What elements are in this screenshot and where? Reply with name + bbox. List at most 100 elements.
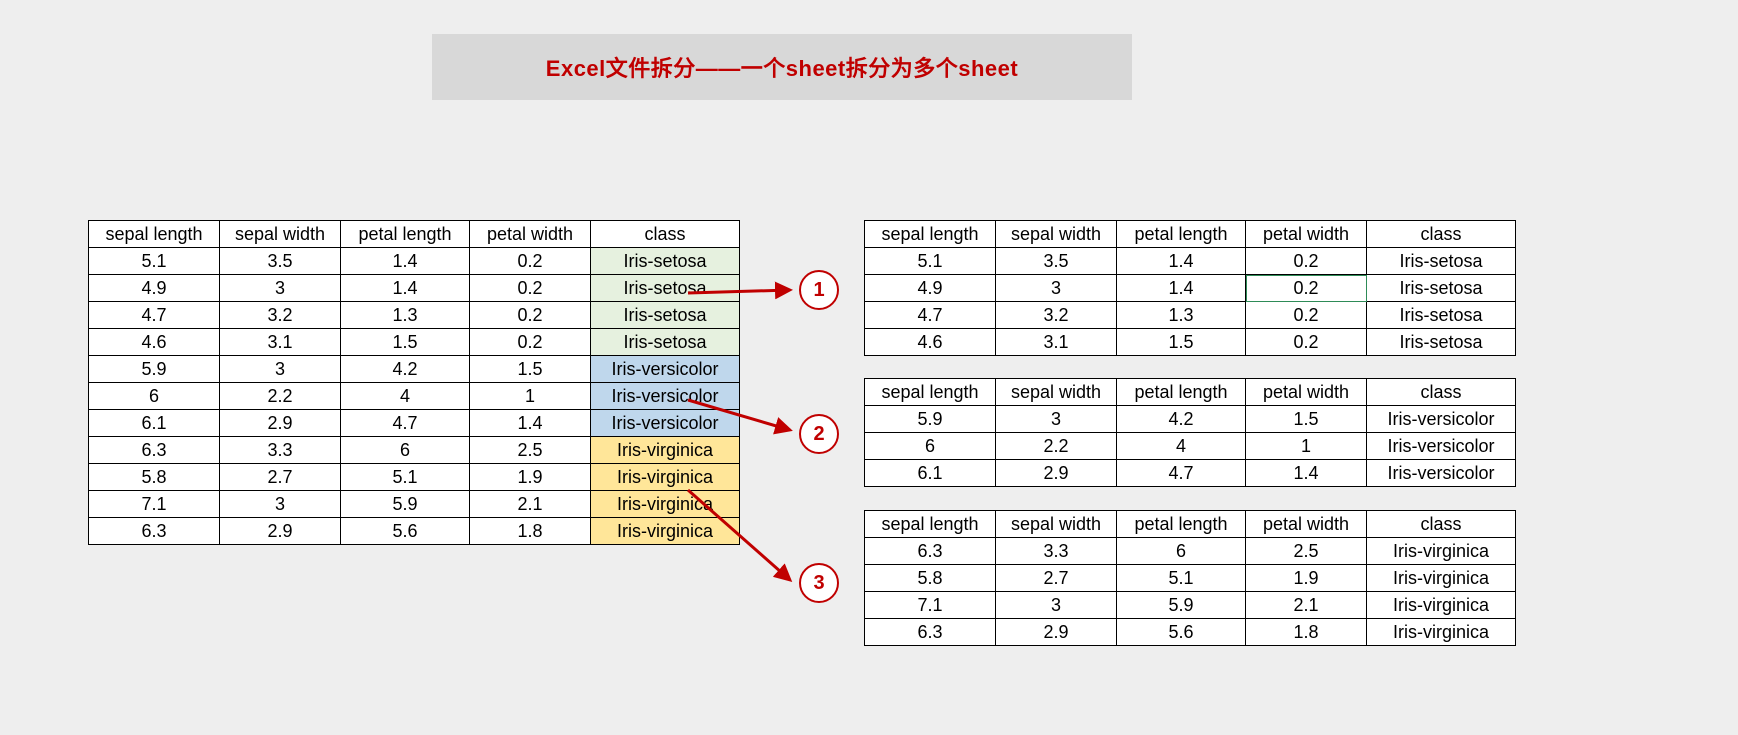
table-cell: 5.9 — [1117, 592, 1246, 619]
table-cell: 5.1 — [1117, 565, 1246, 592]
title-banner: Excel文件拆分——一个sheet拆分为多个sheet — [432, 34, 1132, 100]
table-cell: 2.1 — [1246, 592, 1367, 619]
table-row: 6.33.362.5Iris-virginica — [865, 538, 1516, 565]
table-cell: 4.9 — [89, 275, 220, 302]
table-cell: Iris-versicolor — [591, 356, 740, 383]
table-cell: 1.8 — [470, 518, 591, 545]
table-cell: 3 — [220, 356, 341, 383]
table-cell: 1.4 — [470, 410, 591, 437]
table-header: petal length — [1117, 379, 1246, 406]
table-cell: 0.2 — [470, 329, 591, 356]
table-cell: 1.4 — [1117, 275, 1246, 302]
table-cell: 2.5 — [470, 437, 591, 464]
table-header: sepal width — [220, 221, 341, 248]
table-cell: Iris-setosa — [591, 329, 740, 356]
table-row: 5.13.51.40.2Iris-setosa — [89, 248, 740, 275]
table-header: sepal length — [865, 511, 996, 538]
table-cell: 2.5 — [1246, 538, 1367, 565]
table-row: 7.135.92.1Iris-virginica — [865, 592, 1516, 619]
table-row: 6.32.95.61.8Iris-virginica — [865, 619, 1516, 646]
table-cell: 4.7 — [341, 410, 470, 437]
table-cell: 4.9 — [865, 275, 996, 302]
table-cell: 1.5 — [1117, 329, 1246, 356]
table-header: sepal width — [996, 221, 1117, 248]
title-text: Excel文件拆分——一个sheet拆分为多个sheet — [546, 51, 1018, 83]
table-row: 4.63.11.50.2Iris-setosa — [89, 329, 740, 356]
table-cell: 7.1 — [865, 592, 996, 619]
table-cell: 5.9 — [341, 491, 470, 518]
table-cell: 5.8 — [865, 565, 996, 592]
table-row: 62.241Iris-versicolor — [865, 433, 1516, 460]
table-cell: 2.9 — [996, 619, 1117, 646]
table-cell: Iris-setosa — [1367, 248, 1516, 275]
table-cell: 3 — [220, 275, 341, 302]
table-cell: 2.1 — [470, 491, 591, 518]
table-cell: 6.3 — [865, 538, 996, 565]
table-cell: Iris-virginica — [591, 437, 740, 464]
table-cell: Iris-setosa — [591, 302, 740, 329]
table-header: class — [1367, 221, 1516, 248]
table-cell: Iris-versicolor — [591, 410, 740, 437]
table-cell: Iris-virginica — [1367, 592, 1516, 619]
table-cell: 3.2 — [996, 302, 1117, 329]
table-cell: 3 — [996, 275, 1117, 302]
table-row: 4.73.21.30.2Iris-setosa — [89, 302, 740, 329]
table-cell: Iris-versicolor — [591, 383, 740, 410]
table-cell: 3.5 — [996, 248, 1117, 275]
table-header: petal width — [470, 221, 591, 248]
table-header: sepal length — [89, 221, 220, 248]
table-cell: 7.1 — [89, 491, 220, 518]
table-cell: 6 — [89, 383, 220, 410]
table-cell: Iris-virginica — [1367, 565, 1516, 592]
table-cell: Iris-setosa — [1367, 329, 1516, 356]
table-cell: 0.2 — [470, 248, 591, 275]
table-cell: 1 — [470, 383, 591, 410]
table-cell: 6.1 — [865, 460, 996, 487]
table-cell: 3.1 — [220, 329, 341, 356]
table-cell: Iris-versicolor — [1367, 433, 1516, 460]
table-cell: 6.3 — [865, 619, 996, 646]
table-cell: 4.7 — [1117, 460, 1246, 487]
table-row: 5.82.75.11.9Iris-virginica — [89, 464, 740, 491]
table-cell: Iris-virginica — [591, 518, 740, 545]
table-cell: 5.6 — [1117, 619, 1246, 646]
table-cell: Iris-versicolor — [1367, 406, 1516, 433]
table-cell: 0.2 — [470, 275, 591, 302]
table-header: class — [1367, 379, 1516, 406]
table-cell: Iris-setosa — [1367, 302, 1516, 329]
arrow-label-3: 3 — [799, 563, 839, 603]
table-cell: 3.3 — [220, 437, 341, 464]
table-row: 4.931.40.2Iris-setosa — [89, 275, 740, 302]
table-cell: 2.7 — [996, 565, 1117, 592]
table-cell: 1.8 — [1246, 619, 1367, 646]
table-cell: Iris-setosa — [591, 275, 740, 302]
table-row: 5.934.21.5Iris-versicolor — [865, 406, 1516, 433]
output-table-2: sepal lengthsepal widthpetal lengthpetal… — [864, 378, 1516, 487]
table-cell: 1.5 — [341, 329, 470, 356]
table-cell: 4.2 — [1117, 406, 1246, 433]
table-header: class — [1367, 511, 1516, 538]
table-row: 6.12.94.71.4Iris-versicolor — [89, 410, 740, 437]
table-cell: 5.8 — [89, 464, 220, 491]
table-header: sepal length — [865, 221, 996, 248]
table-cell: Iris-virginica — [1367, 538, 1516, 565]
arrow-label-2: 2 — [799, 414, 839, 454]
table-cell: 3.5 — [220, 248, 341, 275]
table-cell: 2.2 — [220, 383, 341, 410]
table-cell: 4.6 — [89, 329, 220, 356]
table-header: petal length — [1117, 221, 1246, 248]
table-cell: Iris-setosa — [1367, 275, 1516, 302]
table-cell: 4.7 — [89, 302, 220, 329]
table-row: 4.931.40.2Iris-setosa — [865, 275, 1516, 302]
table-cell: 2.2 — [996, 433, 1117, 460]
table-cell: 6.3 — [89, 437, 220, 464]
table-cell: Iris-virginica — [1367, 619, 1516, 646]
table-cell: 5.1 — [89, 248, 220, 275]
table-cell: 3.1 — [996, 329, 1117, 356]
output-table-1: sepal lengthsepal widthpetal lengthpetal… — [864, 220, 1516, 356]
table-cell: 0.2 — [1246, 275, 1367, 302]
table-cell: 1.9 — [1246, 565, 1367, 592]
table-cell: 3 — [996, 592, 1117, 619]
table-header: petal width — [1246, 221, 1367, 248]
table-cell: 6.1 — [89, 410, 220, 437]
